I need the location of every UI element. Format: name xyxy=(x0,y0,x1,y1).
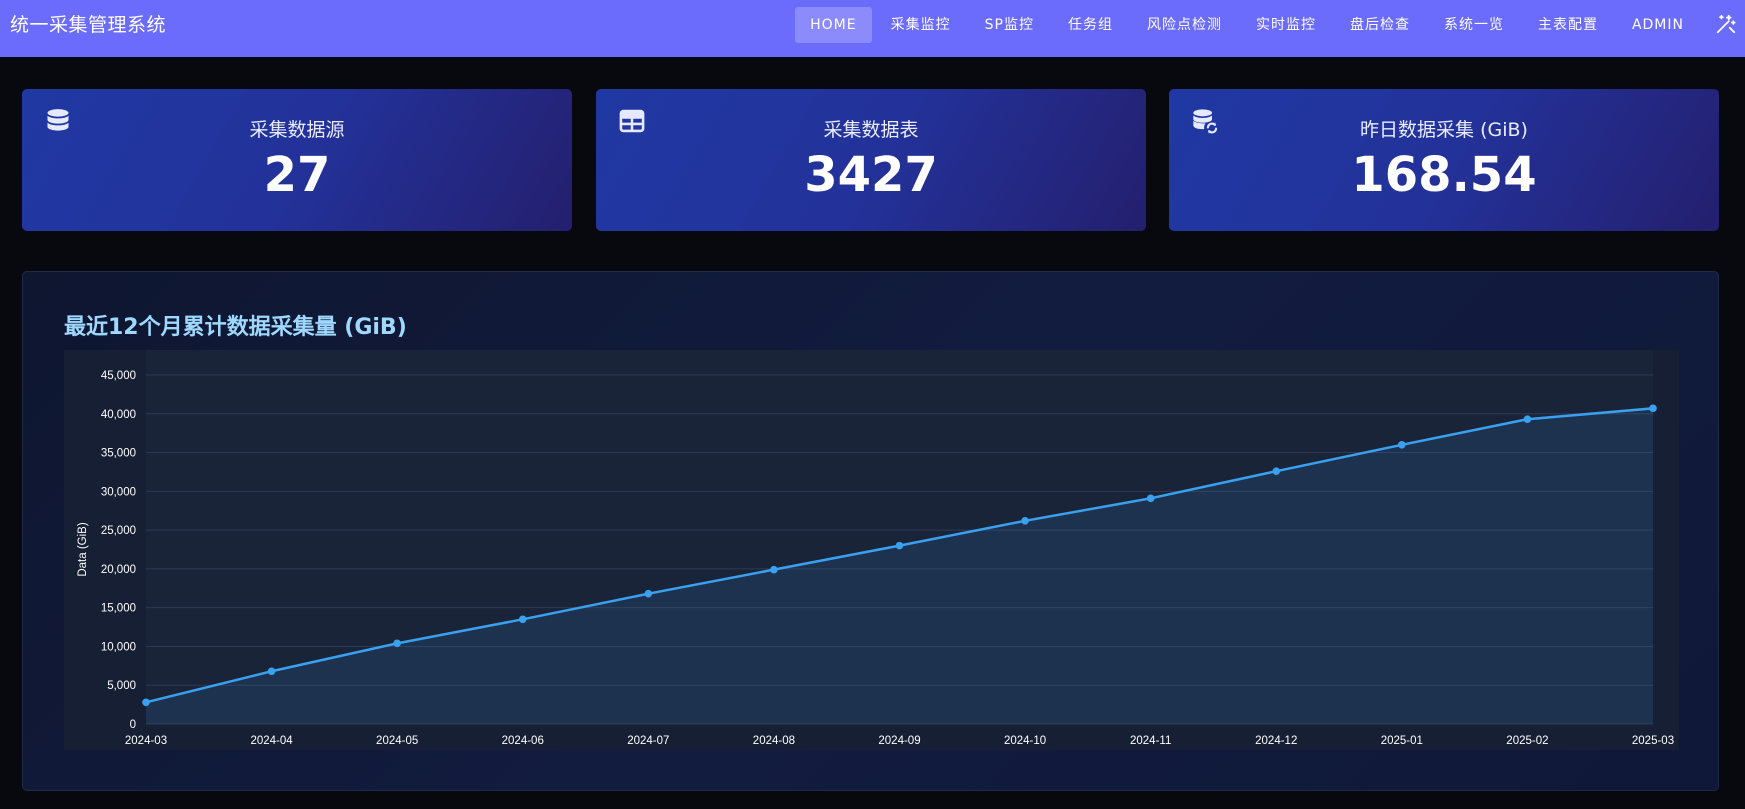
chart-title: 最近12个月累计数据采集量 (GiB) xyxy=(64,315,407,340)
x-tick-label: 2024-04 xyxy=(250,735,293,747)
stat-title: 采集数据表 xyxy=(823,119,919,141)
nav-item[interactable]: SP监控 xyxy=(970,7,1049,43)
y-tick-label: 25,000 xyxy=(101,525,136,537)
data-point xyxy=(142,698,150,707)
magic-wand-icon[interactable] xyxy=(1715,13,1737,35)
y-tick-label: 35,000 xyxy=(101,448,136,460)
data-point xyxy=(1146,494,1155,503)
y-tick-label: 0 xyxy=(130,719,136,731)
x-tick-label: 2025-02 xyxy=(1506,735,1548,747)
nav-item[interactable]: 系统一览 xyxy=(1429,7,1519,43)
top-navbar: 统一采集管理系统 HOME 采集监控 SP监控 任务组 风险点检测 实时监控 盘后检查 系统一… xyxy=(0,0,1745,57)
x-tick-label: 2024-07 xyxy=(627,735,669,747)
line-chart-svg: 0 5,000 10,000 15,000 20,000 25,000 30,000 35,0… xyxy=(77,350,1674,747)
app-title: 统一采集管理系统 xyxy=(10,14,167,36)
stat-value: 168.54 xyxy=(1351,147,1537,203)
nav-item[interactable]: 盘后检查 xyxy=(1335,7,1425,43)
data-point xyxy=(644,589,653,598)
data-point xyxy=(1272,467,1281,475)
chart-panel: 最近12个月累计数据采集量 (GiB) 0 5,000 10,000 15,000 20… xyxy=(22,271,1719,791)
stat-title: 昨日数据采集 (GiB) xyxy=(1360,119,1528,141)
x-tick-label: 2024-09 xyxy=(878,735,920,747)
y-tick-label: 5,000 xyxy=(107,680,136,692)
nav-item[interactable]: 任务组 xyxy=(1053,7,1128,43)
nav-item[interactable]: 实时监控 xyxy=(1241,7,1331,43)
y-tick-label: 40,000 xyxy=(101,409,136,421)
x-tick-label: 2025-01 xyxy=(1381,735,1423,747)
x-tick-label: 2024-12 xyxy=(1255,735,1297,747)
x-tick-label: 2024-05 xyxy=(376,735,418,747)
x-tick-label: 2025-03 xyxy=(1632,735,1674,747)
nav-item[interactable]: 采集监控 xyxy=(876,7,966,43)
y-tick-label: 30,000 xyxy=(101,486,136,498)
data-point xyxy=(895,541,904,550)
nav-item[interactable]: 主表配置 xyxy=(1523,7,1613,43)
data-point xyxy=(267,667,276,676)
data-point xyxy=(1523,415,1532,424)
y-axis-label: Data (GiB) xyxy=(77,522,89,576)
nav-item[interactable]: HOME xyxy=(795,7,872,43)
data-point xyxy=(1398,441,1406,449)
stat-card-data-tables: 采集数据表 3427 xyxy=(596,89,1146,231)
line-chart: 0 5,000 10,000 15,000 20,000 25,000 30,000 35,0… xyxy=(64,350,1679,750)
stat-card-yesterday-collection: 昨日数据采集 (GiB) 168.54 xyxy=(1169,89,1719,231)
y-tick-label: 45,000 xyxy=(101,370,136,382)
nav-menu: HOME 采集监控 SP监控 任务组 风险点检测 实时监控 盘后检查 系统一览 主表配置 ADMI… xyxy=(791,7,1699,43)
x-tick-label: 2024-03 xyxy=(125,735,167,747)
data-point xyxy=(518,615,527,624)
x-tick-label: 2024-06 xyxy=(502,735,544,747)
data-point xyxy=(1649,404,1657,413)
stat-value: 27 xyxy=(263,147,331,203)
data-point xyxy=(770,565,778,574)
x-tick-label: 2024-11 xyxy=(1130,735,1171,747)
stat-card-data-sources: 采集数据源 27 xyxy=(22,89,572,231)
y-tick-label: 10,000 xyxy=(101,641,136,653)
stat-title: 采集数据源 xyxy=(249,119,345,141)
x-tick-label: 2024-08 xyxy=(753,735,795,747)
data-point xyxy=(393,639,401,648)
y-tick-label: 20,000 xyxy=(101,564,136,576)
stat-value: 3427 xyxy=(804,147,938,203)
nav-item[interactable]: ADMIN xyxy=(1617,7,1699,43)
data-point xyxy=(1021,517,1029,525)
x-tick-label: 2024-10 xyxy=(1004,735,1046,747)
y-tick-label: 15,000 xyxy=(101,603,136,615)
nav-item[interactable]: 风险点检测 xyxy=(1132,7,1237,43)
